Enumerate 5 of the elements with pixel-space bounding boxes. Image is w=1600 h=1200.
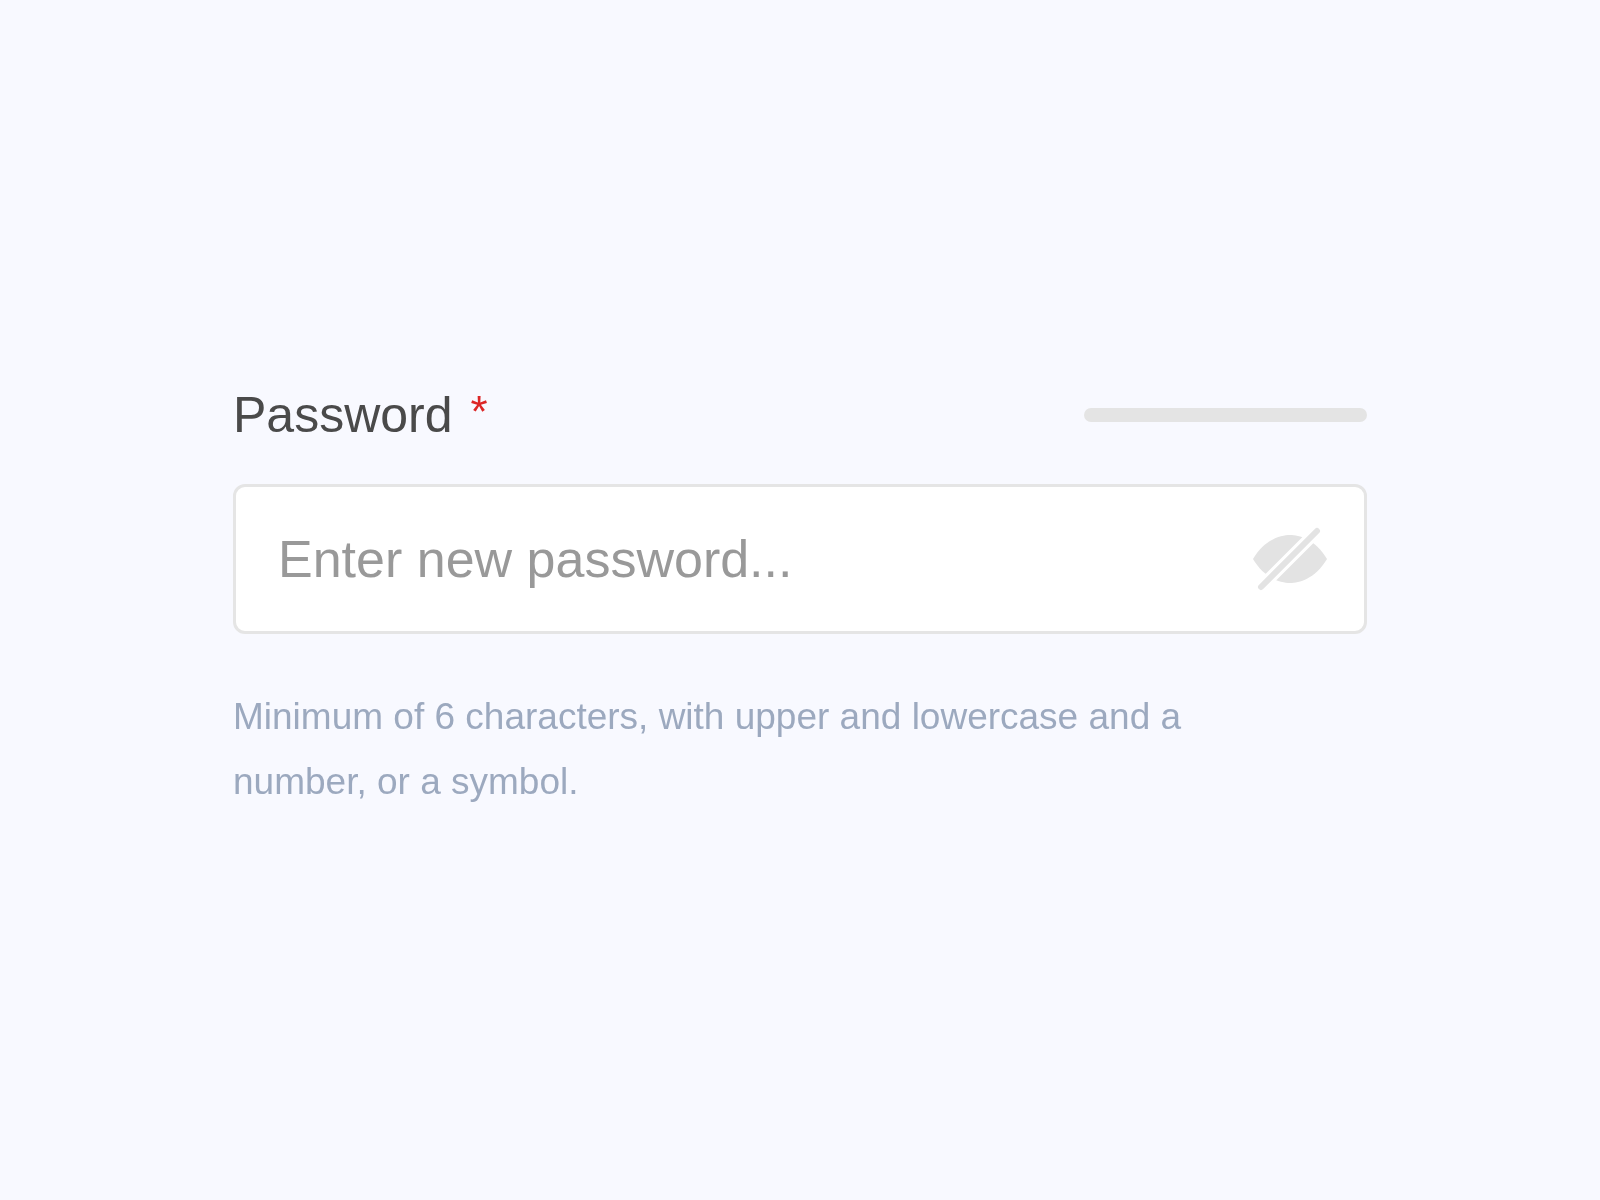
field-label: Password (233, 390, 453, 440)
help-text: Minimum of 6 characters, with upper and lowercase and a number, or a symbol. (233, 695, 1183, 804)
password-field[interactable]: Enter new password... (233, 484, 1367, 634)
eye-slash-icon[interactable] (1251, 527, 1329, 591)
required-mark: * (470, 390, 488, 434)
